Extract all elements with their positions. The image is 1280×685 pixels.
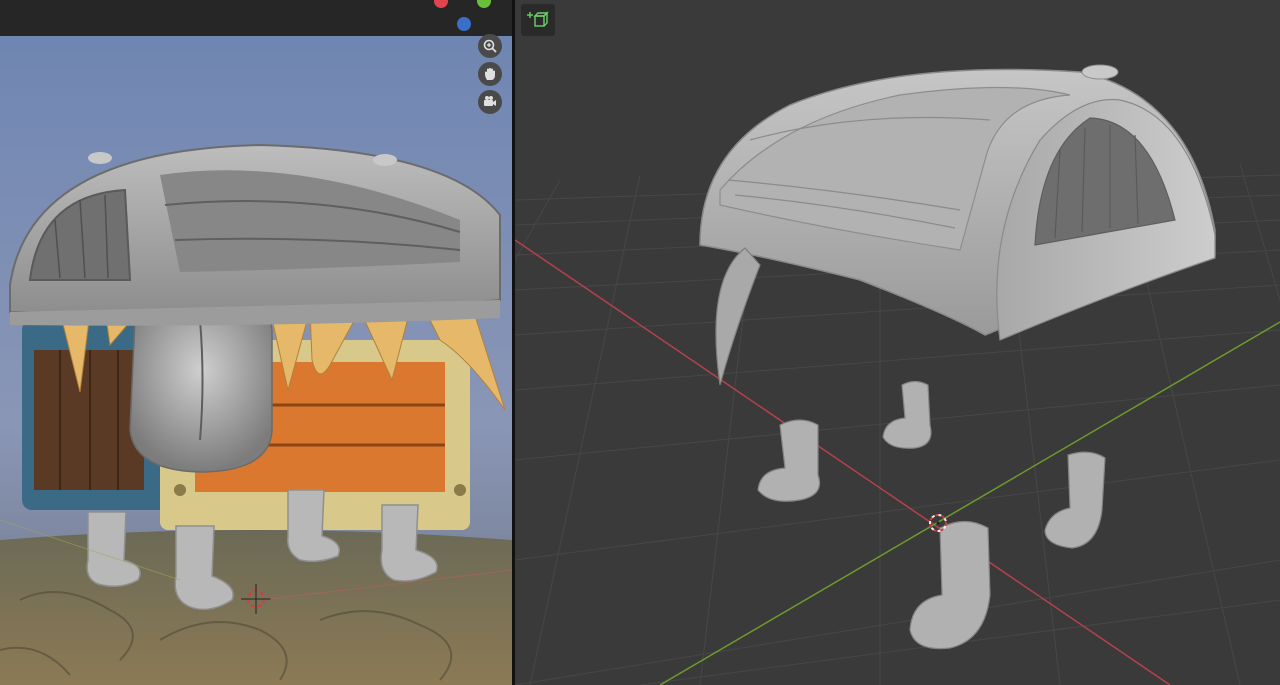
green-dot[interactable]	[477, 0, 491, 8]
camera-icon[interactable]	[478, 90, 502, 114]
zoom-icon[interactable]	[478, 34, 502, 58]
blender-workspace	[0, 0, 1280, 685]
3d-viewport[interactable]	[515, 0, 1280, 685]
blue-dot[interactable]	[457, 17, 471, 31]
reference-viewport[interactable]	[0, 0, 512, 685]
add-cube-icon[interactable]	[521, 4, 555, 36]
reference-image	[0, 36, 512, 685]
viewport-header	[0, 0, 512, 36]
red-dot[interactable]	[434, 0, 448, 8]
hand-pan-icon[interactable]	[478, 62, 502, 86]
